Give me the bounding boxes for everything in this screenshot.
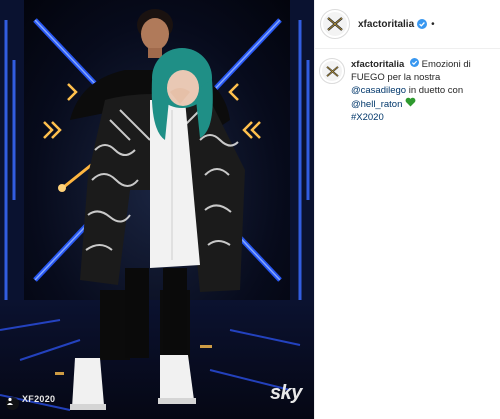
post-photo[interactable]: XF2020 sky	[0, 0, 314, 419]
caption-row: xfactoritalia Emozioni di FUEGO per la n…	[319, 58, 499, 124]
post-caption: xfactoritalia Emozioni di FUEGO per la n…	[351, 58, 497, 124]
avatar[interactable]	[320, 9, 350, 39]
green-heart-icon	[405, 97, 416, 110]
mention-casadilego-link[interactable]: @casadilego	[351, 85, 406, 96]
x-factor-logo-icon	[325, 65, 339, 77]
sky-logo: sky	[270, 382, 302, 404]
hashtag-x2020-link[interactable]: #X2020	[351, 112, 384, 123]
caption-username-link[interactable]: xfactoritalia	[351, 59, 404, 70]
xf2020-watermark: XF2020	[22, 394, 56, 404]
post-side-panel: xfactoritalia • xfactoritalia Emozioni d…	[314, 0, 500, 419]
x-factor-logo-icon	[327, 17, 343, 31]
caption-avatar[interactable]	[319, 58, 345, 84]
username-link[interactable]: xfactoritalia	[358, 19, 414, 30]
mention-hell-raton-link[interactable]: @hell_raton	[351, 99, 402, 110]
verified-badge-icon	[417, 19, 428, 29]
separator-dot: •	[431, 18, 435, 30]
stage-scene	[0, 0, 314, 419]
post-header: xfactoritalia •	[315, 0, 500, 49]
user-tag-icon[interactable]	[6, 397, 19, 410]
verified-badge-icon	[409, 58, 419, 67]
caption-text-2: in duetto con	[406, 85, 464, 96]
